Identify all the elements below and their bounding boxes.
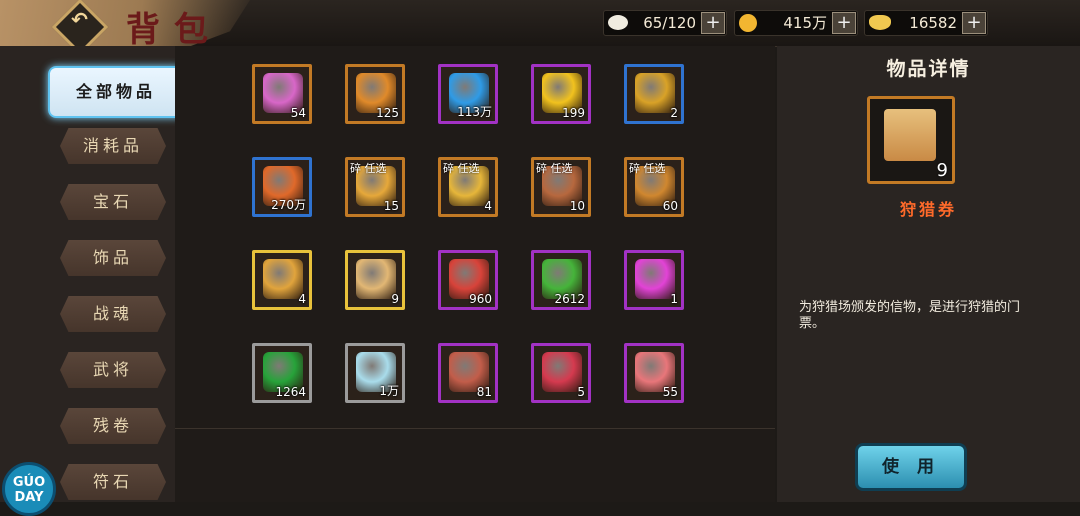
item-tag: 碎 任选 [443, 162, 480, 175]
item-count: 113万 [457, 105, 492, 119]
item-slot[interactable]: 125 [345, 64, 405, 124]
detail-item-count: 9 [936, 160, 948, 181]
tab-accessories[interactable]: 饰品 [60, 240, 166, 276]
item-count: 10 [569, 199, 585, 213]
item-count: 2 [670, 106, 678, 120]
item-count: 270万 [271, 198, 306, 212]
item-count: 55 [662, 385, 678, 399]
tab-all-items[interactable]: 全部物品 [48, 66, 184, 118]
item-slot[interactable]: 1 [624, 250, 684, 310]
gold-ingot-icon [869, 15, 891, 30]
tab-gems[interactable]: 宝石 [60, 184, 166, 220]
back-arrow-icon: ↶ [71, 7, 88, 32]
item-grid: 54 125 113万 199 2 270万碎 任选 15 碎 任选 4 碎 任选 10 碎 任选 60… [175, 46, 775, 502]
item-count: 1万 [379, 384, 399, 398]
tab-rune-stones[interactable]: 符石 [60, 464, 166, 500]
detail-title: 物品详情 [886, 58, 971, 80]
item-slot[interactable]: 2612 [531, 250, 591, 310]
item-count: 54 [290, 106, 306, 120]
detail-item-name: 狩猎券 [899, 200, 957, 219]
tab-scroll-fragments[interactable]: 残卷 [60, 408, 166, 444]
item-slot[interactable]: 55 [624, 343, 684, 403]
coin-resource: 415万 + [734, 10, 858, 36]
item-count: 9 [391, 292, 399, 306]
item-slot[interactable]: 199 [531, 64, 591, 124]
item-slot[interactable]: 960 [438, 250, 498, 310]
item-count: 81 [476, 385, 492, 399]
item-detail-panel: 物品详情 9 狩猎券 为狩猎场颁发的信物，是进行狩猎的门票。 使 用 [777, 46, 1080, 502]
item-slot[interactable]: 4 [252, 250, 312, 310]
item-slot[interactable]: 碎 任选 4 [438, 157, 498, 217]
item-slot[interactable]: 9 [345, 250, 405, 310]
item-slot[interactable]: 1万 [345, 343, 405, 403]
hunting-scroll-icon [356, 259, 396, 299]
ingot-resource: 16582 + [864, 10, 988, 36]
item-tag: 碎 任选 [629, 162, 666, 175]
item-slot[interactable]: 碎 任选 60 [624, 157, 684, 217]
item-count: 4 [484, 199, 492, 213]
item-count: 199 [562, 106, 585, 120]
detail-item-slot: 9 [867, 96, 955, 184]
item-slot[interactable]: 270万 [252, 157, 312, 217]
medal-icon [263, 259, 303, 299]
item-tag: 碎 任选 [536, 162, 573, 175]
item-count: 960 [469, 292, 492, 306]
lucky-bag-icon [542, 352, 582, 392]
item-count: 1264 [275, 385, 306, 399]
top-bar: ↶ 背包 65/120 + 415万 + 16582 + [0, 0, 1080, 56]
tab-consumables[interactable]: 消耗品 [60, 128, 166, 164]
add-ingot-button[interactable]: + [962, 12, 986, 34]
gold-token-icon [635, 73, 675, 113]
item-slot[interactable]: 113万 [438, 64, 498, 124]
item-slot[interactable]: 5 [531, 343, 591, 403]
tab-war-souls[interactable]: 战魂 [60, 296, 166, 332]
item-slot[interactable]: 81 [438, 343, 498, 403]
category-sidebar: 全部物品 消耗品 宝石 饰品 战魂 武将 残卷 符石 GÚO DAY [0, 46, 184, 516]
divider [175, 428, 775, 429]
add-rice-ball-button[interactable]: + [701, 12, 725, 34]
item-count: 125 [376, 106, 399, 120]
item-slot[interactable]: 碎 任选 10 [531, 157, 591, 217]
item-slot[interactable]: 54 [252, 64, 312, 124]
item-count: 15 [383, 199, 399, 213]
item-count: 2612 [554, 292, 585, 306]
watermark-logo: GÚO DAY [2, 462, 56, 516]
item-count: 5 [577, 385, 585, 399]
item-tag: 碎 任选 [350, 162, 387, 175]
magic-orb-icon [635, 259, 675, 299]
item-slot[interactable]: 1264 [252, 343, 312, 403]
item-count: 1 [670, 292, 678, 306]
item-slot[interactable]: 碎 任选 15 [345, 157, 405, 217]
add-coin-button[interactable]: + [832, 12, 856, 34]
gold-coin-icon [739, 14, 757, 32]
use-button[interactable]: 使 用 [855, 443, 967, 491]
rice-ball-resource: 65/120 + [603, 10, 727, 36]
rice-ball-icon [608, 15, 628, 30]
item-count: 60 [662, 199, 678, 213]
tab-generals[interactable]: 武将 [60, 352, 166, 388]
hunting-scroll-icon [884, 109, 936, 161]
item-count: 4 [298, 292, 306, 306]
item-slot[interactable]: 2 [624, 64, 684, 124]
page-title: 背包 [126, 10, 222, 50]
detail-item-description: 为狩猎场颁发的信物，是进行狩猎的门票。 [799, 300, 1021, 331]
